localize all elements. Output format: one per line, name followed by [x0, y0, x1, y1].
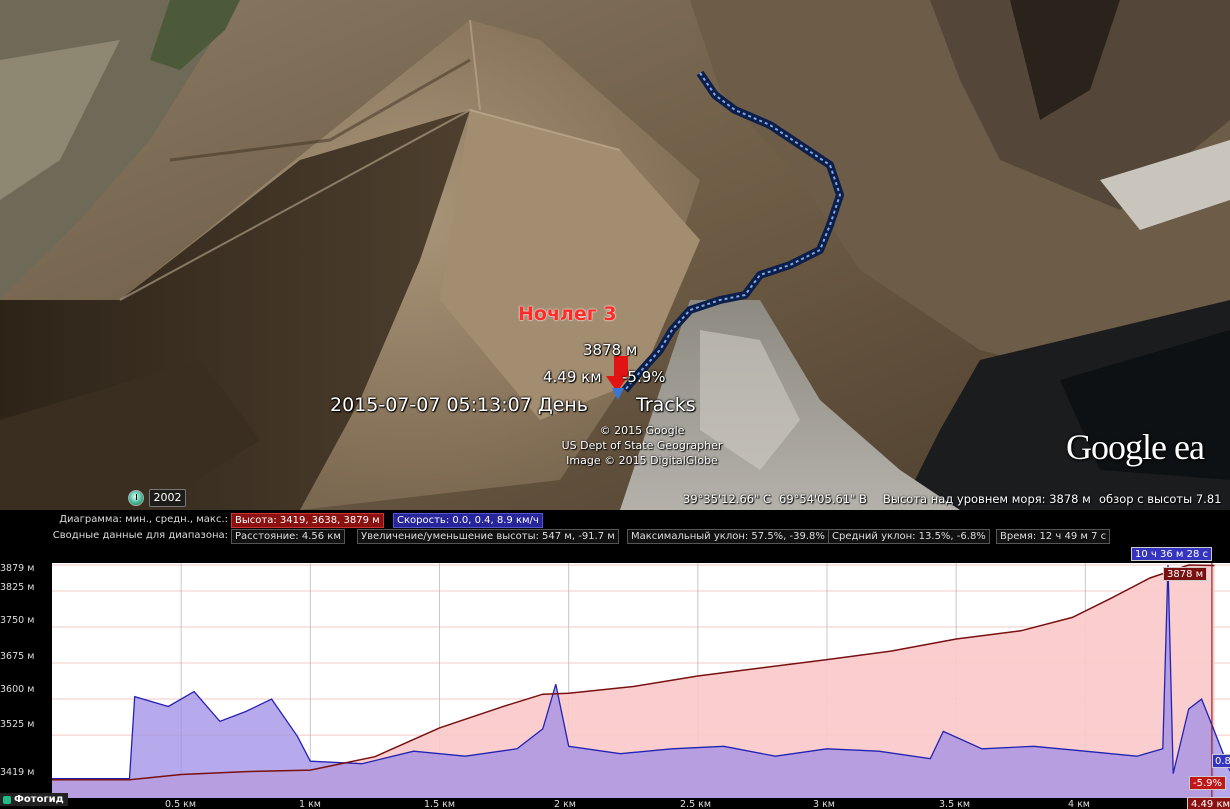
placemark-altitude: 3878 м — [583, 341, 638, 359]
cursor-altitude-tag: 3878 м — [1163, 567, 1208, 581]
placemark-name[interactable]: Ночлег 3 — [518, 303, 617, 325]
graph-stats-row: Диаграмма: мин., средн., макс.: Высота: … — [0, 512, 1230, 528]
cursor-time-tag: 10 ч 36 м 28 с — [1131, 547, 1213, 561]
summary-label: Сводные данные для диапазона: — [52, 530, 228, 541]
y-tick-label: 3750 м — [0, 615, 35, 626]
credit-line: US Dept of State Geographer — [561, 439, 723, 452]
x-tick-label: 0.5 км — [165, 799, 197, 809]
track-label[interactable]: Tracks — [636, 394, 696, 416]
x-tick-label: 2 км — [554, 799, 576, 809]
latitude: 39°35'12.66" С — [683, 492, 772, 506]
credit-line: © 2015 Google — [599, 424, 685, 437]
placemark-distance: 4.49 км — [543, 368, 602, 386]
profile-plot[interactable] — [52, 563, 1230, 798]
summary-max-slope: Максимальный уклон: 57.5%, -39.8% — [627, 529, 829, 544]
summary-distance: Расстояние: 4.56 км — [231, 529, 345, 544]
y-tick-label: 3600 м — [0, 684, 35, 695]
speed-stats-button[interactable]: Скорость: 0.0, 0.4, 8.9 км/ч — [393, 513, 543, 528]
x-tick-label: 4 км — [1068, 799, 1090, 809]
x-tick-label: 1.5 км — [424, 799, 456, 809]
status-bar: 39°35'12.66" С 69°54'05.61" В Высота над… — [0, 488, 1230, 510]
y-tick-label: 3419 м — [0, 767, 35, 778]
cursor-distance-tag: 4.49 км — [1187, 797, 1230, 809]
x-tick-label: 3.5 км — [939, 799, 971, 809]
cursor-speed-tag: 0.8 — [1212, 754, 1230, 768]
ground-elevation: Высота над уровнем моря: 3878 м — [883, 492, 1091, 506]
cursor-slope-tag: -5.9% — [1189, 776, 1227, 790]
longitude: 69°54'05.61" В — [779, 492, 867, 506]
summary-avg-slope: Средний уклон: 13.5%, -6.8% — [828, 529, 990, 544]
map-3d-view[interactable]: Ночлег 3 3878 м 4.49 км -5.9% 2015-07-07… — [0, 0, 1230, 510]
graph-stats-label: Диаграмма: мин., средн., макс.: — [59, 514, 228, 525]
google-earth-logo: Google ea — [1066, 427, 1205, 467]
imagery-credits: © 2015 Google US Dept of State Geographe… — [556, 423, 728, 468]
summary-gain-loss: Увеличение/уменьшение высоты: 547 м, -91… — [357, 529, 619, 544]
placemark-datetime: 2015-07-07 05:13:07 День — [330, 394, 588, 416]
profile-chart-svg[interactable] — [52, 563, 1230, 798]
elevation-profile-panel: Диаграмма: мин., средн., макс.: Высота: … — [0, 510, 1230, 809]
y-tick-label: 3825 м — [0, 582, 35, 593]
x-tick-label: 2.5 км — [680, 799, 712, 809]
summary-row: Сводные данные для диапазона: Расстояние… — [0, 528, 1230, 544]
eye-altitude: обзор с высоты 7.81 — [1099, 492, 1222, 506]
y-tick-label: 3525 м — [0, 719, 35, 730]
google-earth-window: Ночлег 3 3878 м 4.49 км -5.9% 2015-07-07… — [0, 0, 1230, 809]
y-tick-label: 3675 м — [0, 651, 35, 662]
summary-time: Время: 12 ч 49 м 7 с — [996, 529, 1111, 544]
y-tick-label: 3879 м — [0, 563, 35, 574]
x-tick-label: 1 км — [299, 799, 321, 809]
altitude-stats-button[interactable]: Высота: 3419, 3638, 3879 м — [231, 513, 384, 528]
photo-tour-button[interactable]: Фотогид — [0, 793, 68, 806]
credit-line: Image © 2015 DigitalGlobe — [566, 454, 718, 467]
placemark-slope: -5.9% — [622, 368, 666, 386]
x-tick-label: 3 км — [813, 799, 835, 809]
